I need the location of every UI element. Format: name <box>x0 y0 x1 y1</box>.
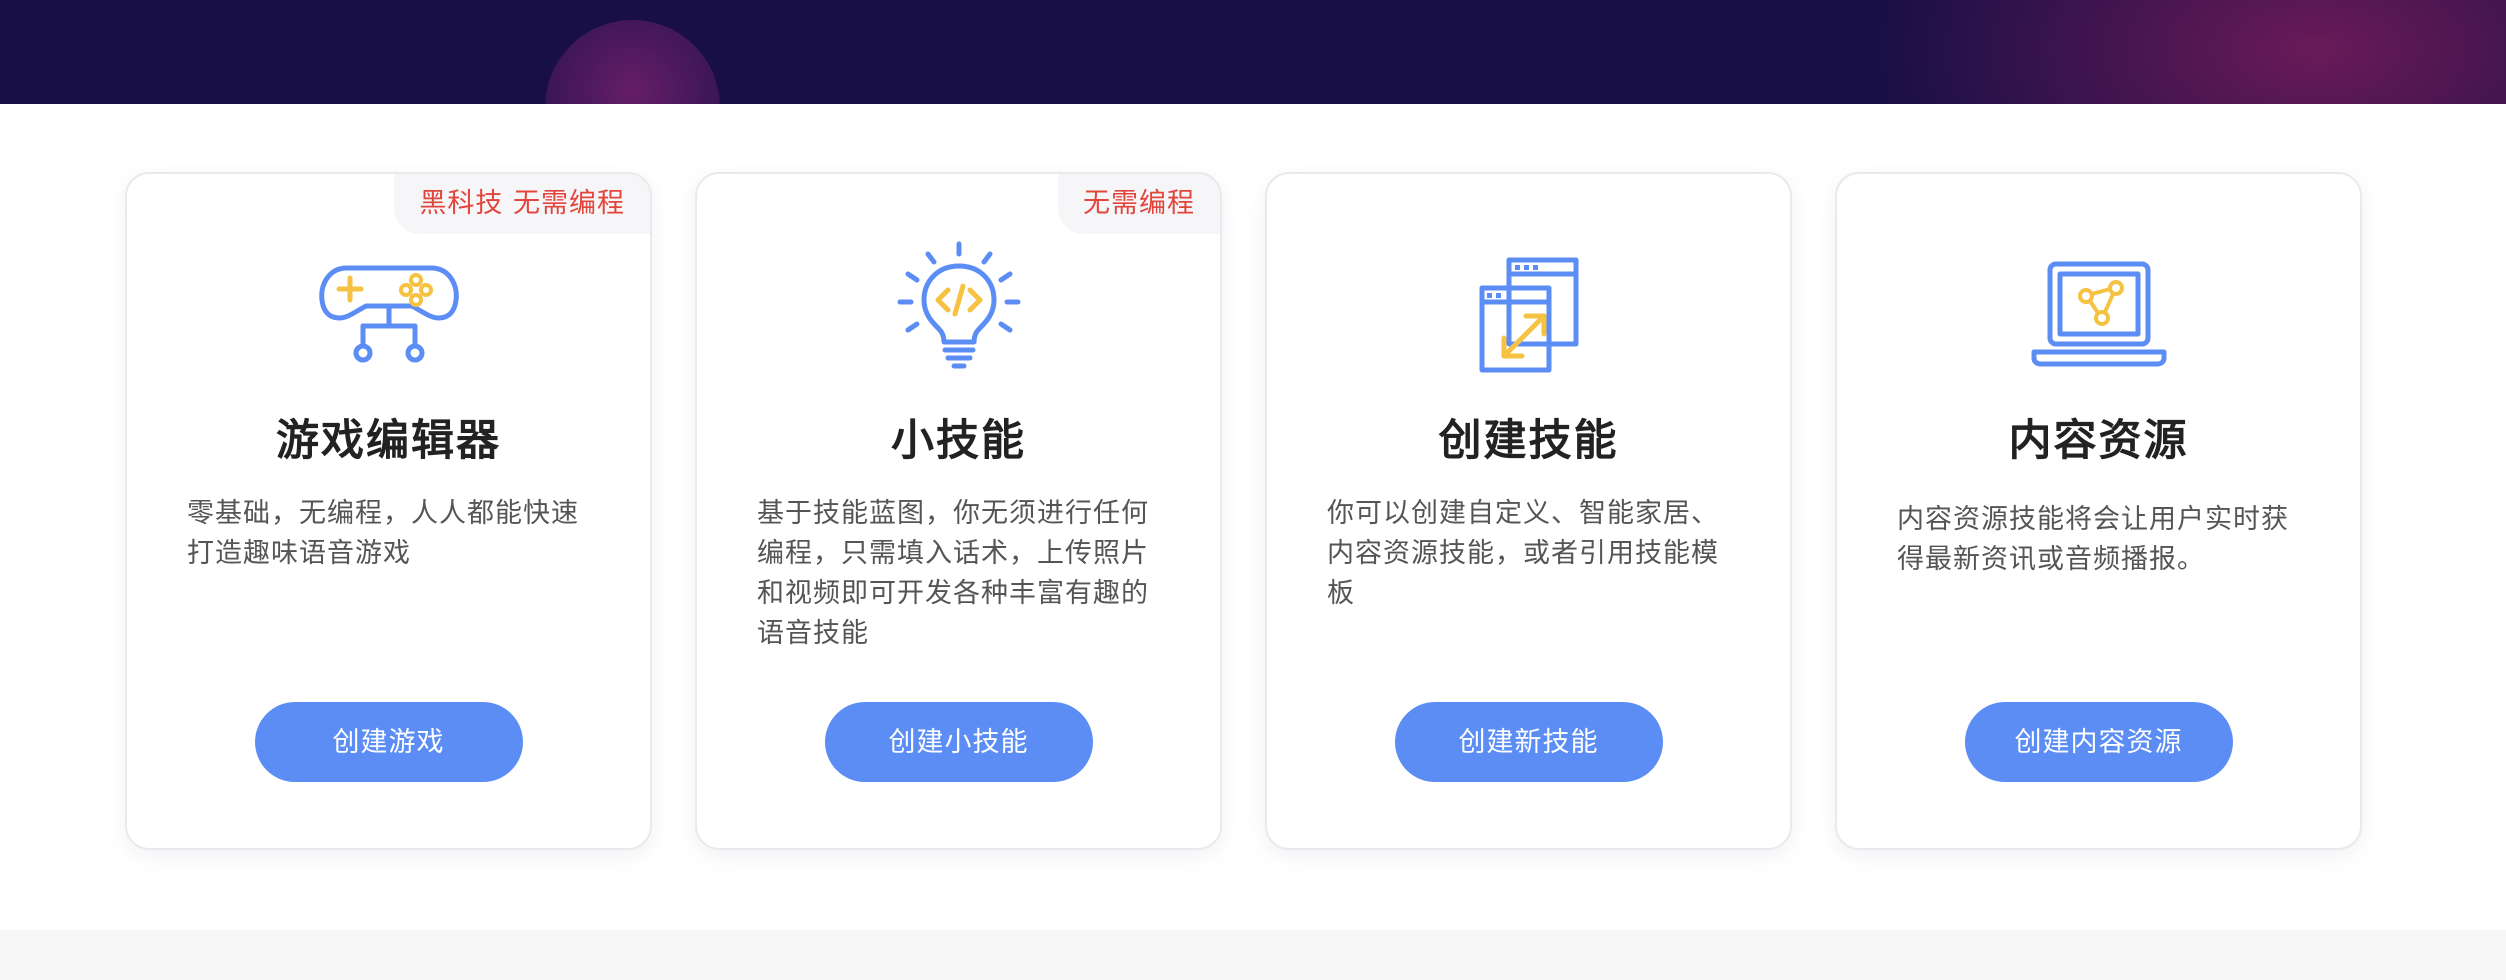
card-game-editor: 黑科技 无需编程 游戏编辑器 零基础，无编程，人人都能快速打造趣味语音游戏 创建… <box>125 172 652 850</box>
card-small-skill: 无需编程 小技能 基于技能蓝图，你无须进行任何编程，只需填入话术，上传照片和视频… <box>695 172 1222 850</box>
banner-orb <box>545 20 720 104</box>
card-title: 内容资源 <box>2008 416 2189 466</box>
card-create-skill: 创建技能 你可以创建自定义、智能家居、内容资源技能，或者引用技能模板 创建新技能 <box>1265 172 1792 850</box>
card-title: 游戏编辑器 <box>276 416 501 466</box>
card-content-resources: 内容资源 内容资源技能将会让用户实时获得最新资讯或音频播报。 创建内容资源 <box>1835 172 2362 850</box>
window-resize-icon <box>1454 238 1604 388</box>
create-small-skill-button[interactable]: 创建小技能 <box>824 702 1093 782</box>
header-banner <box>0 0 2506 104</box>
card-description: 你可以创建自定义、智能家居、内容资源技能，或者引用技能模板 <box>1327 498 1719 609</box>
create-content-resource-button[interactable]: 创建内容资源 <box>1964 702 2233 782</box>
lightbulb-code-icon <box>884 238 1034 388</box>
card-title: 小技能 <box>891 416 1026 466</box>
laptop-share-icon <box>2024 238 2174 388</box>
card-badge: 无需编程 <box>1058 174 1220 234</box>
footer-strip <box>0 930 2506 980</box>
create-game-button[interactable]: 创建游戏 <box>254 702 523 782</box>
card-description: 基于技能蓝图，你无须进行任何编程，只需填入话术，上传照片和视频即可开发各种丰富有… <box>757 498 1149 649</box>
card-title: 创建技能 <box>1438 416 1619 466</box>
create-new-skill-button[interactable]: 创建新技能 <box>1394 702 1663 782</box>
card-description: 零基础，无编程，人人都能快速打造趣味语音游戏 <box>187 498 579 569</box>
card-description: 内容资源技能将会让用户实时获得最新资讯或音频播报。 <box>1897 504 2289 575</box>
banner-glow <box>1866 0 2506 104</box>
gamepad-icon <box>314 238 464 388</box>
card-badge: 黑科技 无需编程 <box>394 174 650 234</box>
